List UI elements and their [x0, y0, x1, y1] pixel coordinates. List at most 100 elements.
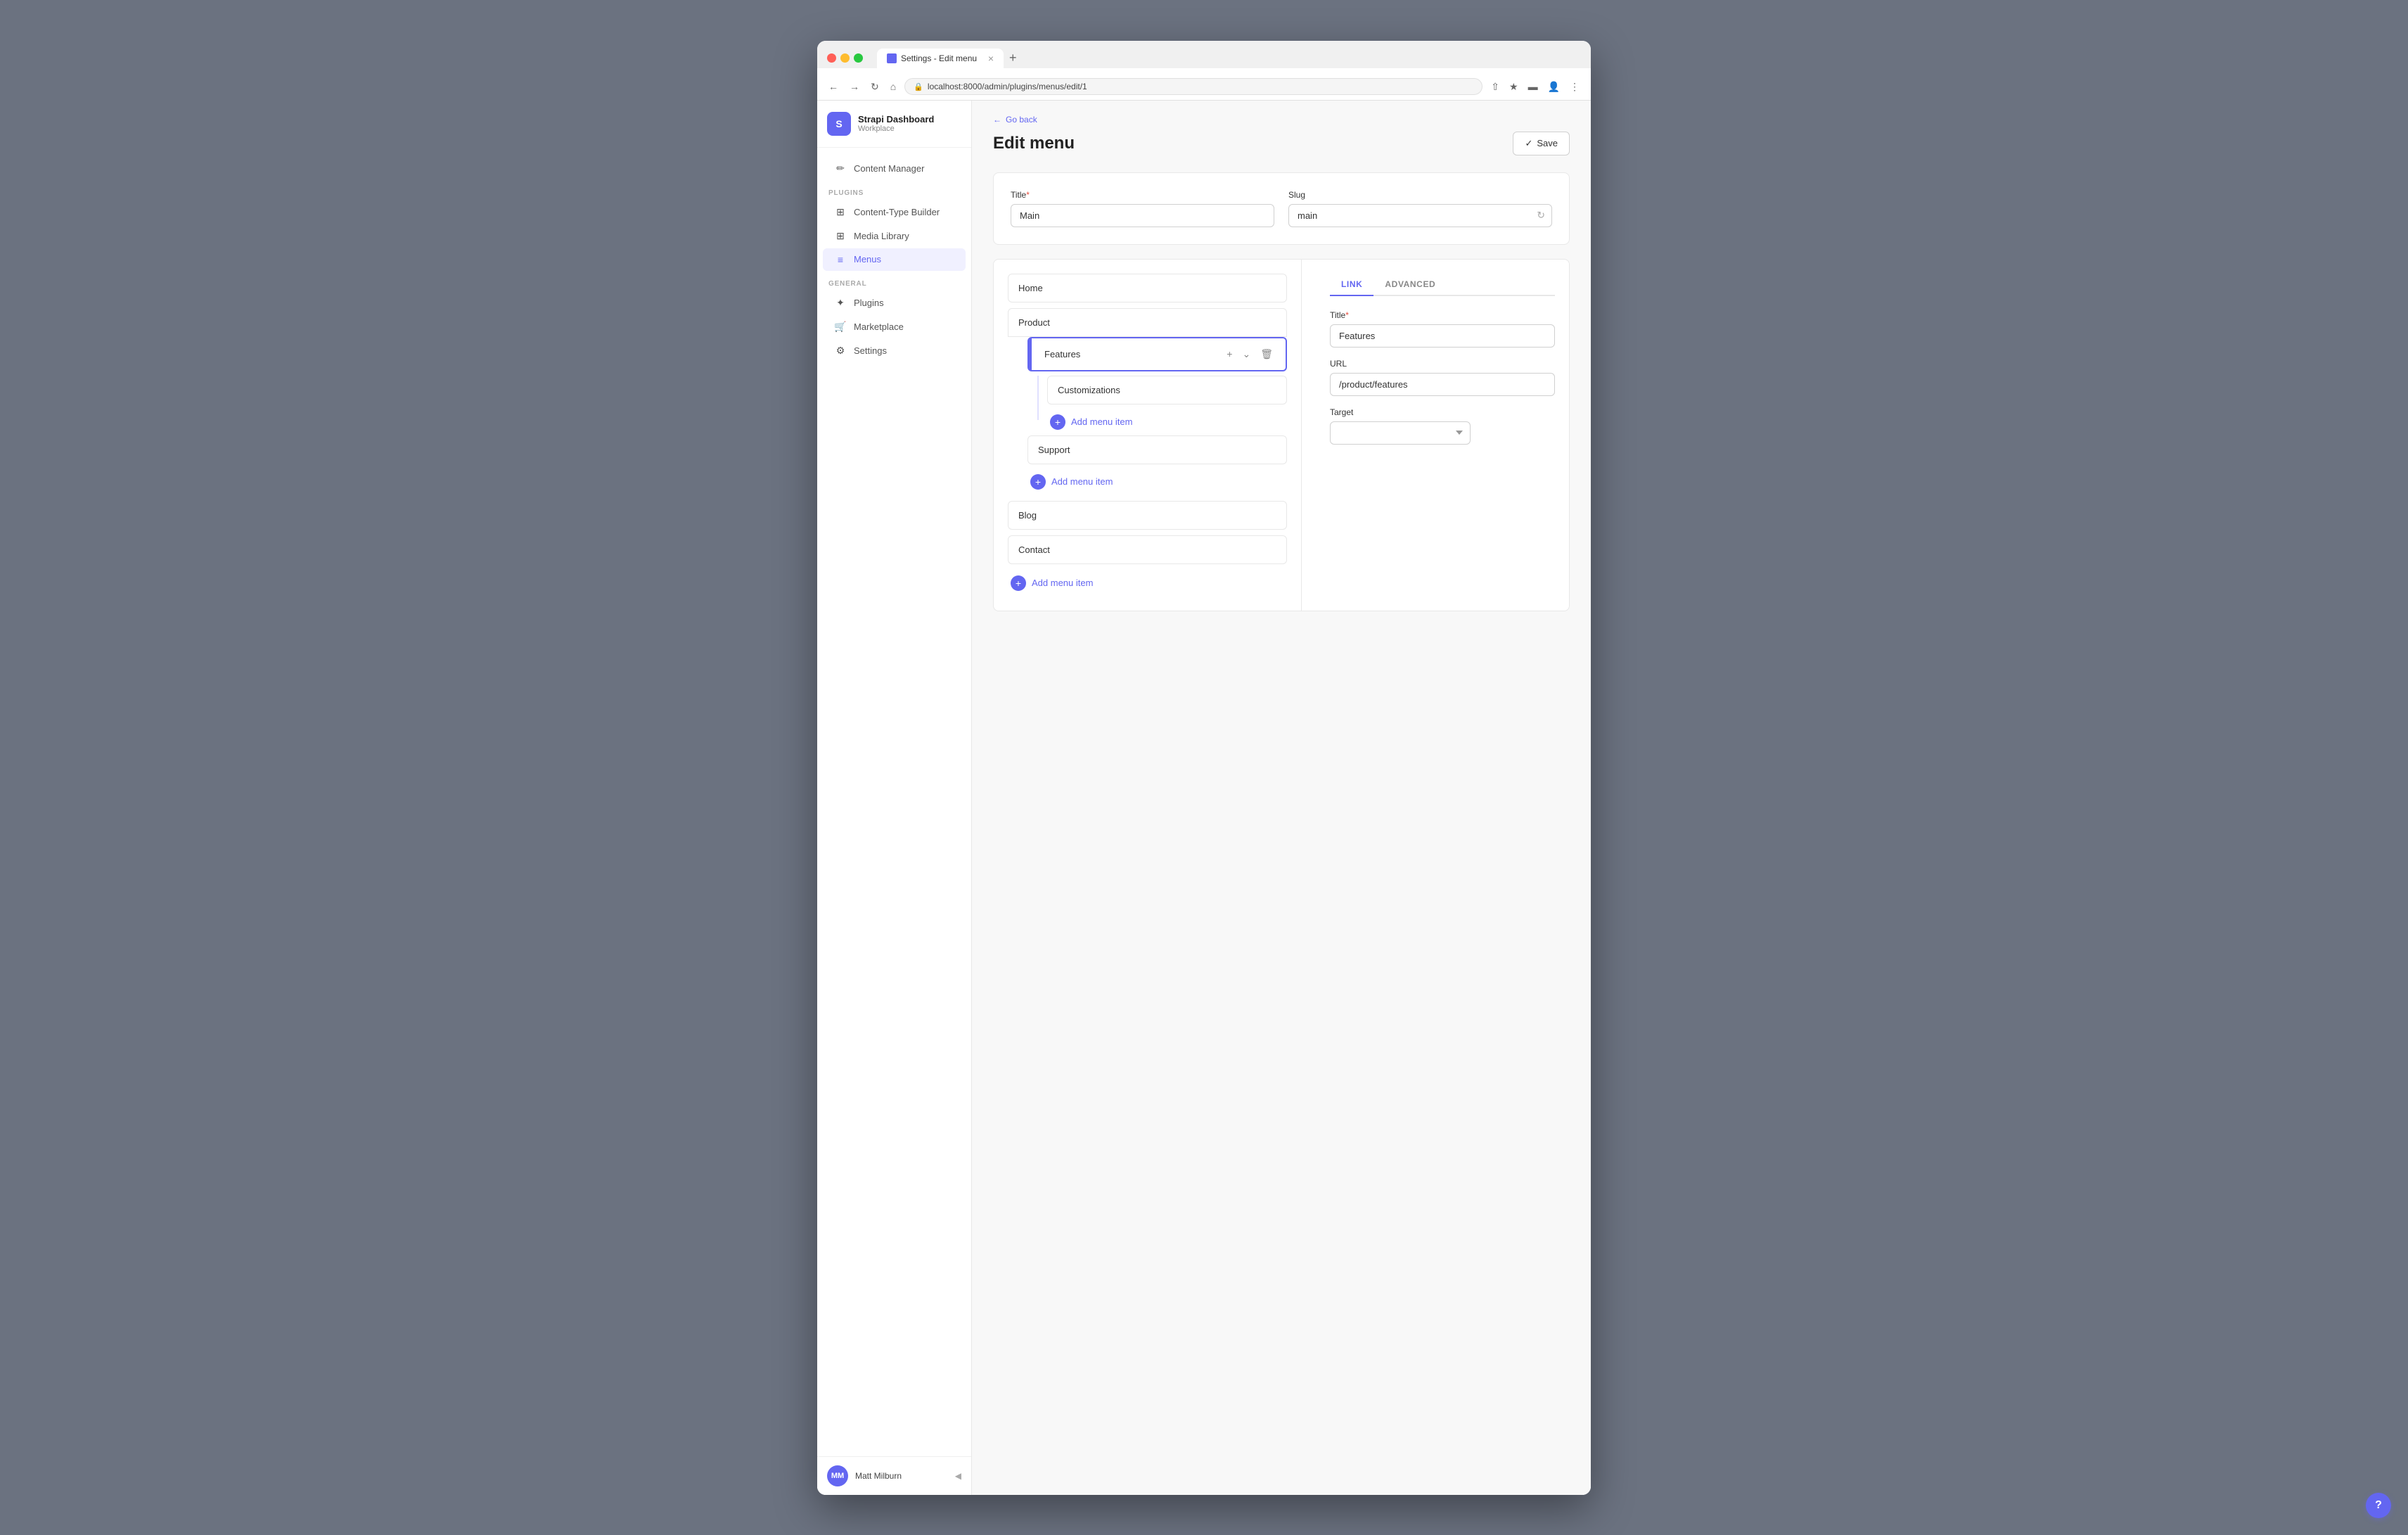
add-sub-menu-item-button[interactable]: + Add menu item — [1047, 409, 1135, 435]
detail-target-select[interactable]: _blank _self — [1330, 421, 1471, 445]
slug-form-group: Slug ↻ — [1288, 190, 1552, 227]
sidebar-item-marketplace[interactable]: 🛒 Marketplace — [823, 315, 966, 338]
sidebar-item-settings[interactable]: ⚙ Settings — [823, 339, 966, 362]
profile-button[interactable]: 👤 — [1545, 78, 1563, 96]
slug-input[interactable] — [1288, 204, 1552, 227]
tab-advanced[interactable]: Advanced — [1373, 274, 1447, 296]
sidebar-item-plugins[interactable]: ✦ Plugins — [823, 291, 966, 314]
settings-icon: ⚙ — [834, 345, 847, 357]
detail-url-label: URL — [1330, 359, 1555, 369]
content-type-icon: ⊞ — [834, 206, 847, 218]
page-header: Edit menu ✓ Save — [993, 132, 1570, 155]
sidebar-item-menus[interactable]: ≡ Menus — [823, 248, 966, 271]
home-nav-button[interactable]: ⌂ — [888, 78, 899, 95]
detail-url-input[interactable] — [1330, 373, 1555, 396]
bookmark-button[interactable]: ★ — [1506, 78, 1521, 96]
brand-logo-text: S — [835, 118, 842, 129]
lock-icon: 🔒 — [914, 82, 923, 91]
detail-title-input[interactable] — [1330, 324, 1555, 348]
add-child-button[interactable]: + — [1224, 347, 1235, 361]
menu-item-contact[interactable]: Contact — [1008, 535, 1287, 564]
user-avatar: MM — [827, 1465, 848, 1486]
tab-favicon — [887, 53, 897, 63]
back-arrow-icon: ← — [993, 115, 1001, 125]
detail-target-label: Target — [1330, 407, 1555, 417]
brand-logo: S — [827, 112, 851, 136]
add-sub-item-label: Add menu item — [1071, 416, 1132, 427]
plugins-icon: ✦ — [834, 297, 847, 309]
general-section-label: General — [817, 272, 971, 291]
title-slug-form: Title* Slug ↻ — [993, 172, 1570, 245]
minimize-traffic-light[interactable] — [840, 53, 850, 63]
title-input[interactable] — [1011, 204, 1274, 227]
menu-item-support-label: Support — [1038, 445, 1276, 455]
add-product-circle-icon: + — [1030, 474, 1046, 490]
menu-item-features-label: Features — [1039, 349, 1224, 359]
add-product-child-button[interactable]: + Add menu item — [1027, 469, 1115, 495]
sidebar-footer: MM Matt Milburn ◀ — [817, 1456, 971, 1495]
indent-line — [1037, 376, 1039, 420]
menu-item-product[interactable]: Product — [1008, 308, 1287, 337]
menu-item-product-label: Product — [1018, 317, 1276, 328]
brand-area: S Strapi Dashboard Workplace — [817, 101, 971, 148]
menus-icon: ≡ — [834, 254, 847, 265]
brand-sub: Workplace — [858, 125, 934, 133]
menu-item-blog[interactable]: Blog — [1008, 501, 1287, 530]
close-traffic-light[interactable] — [827, 53, 836, 63]
collapse-button[interactable]: ⌄ — [1239, 347, 1253, 362]
media-library-icon: ⊞ — [834, 230, 847, 242]
sidebar-item-content-manager[interactable]: ✏ Content Manager — [823, 157, 966, 180]
browser-tab[interactable]: Settings - Edit menu × — [877, 49, 1004, 68]
menu-item-customizations[interactable]: Customizations — [1047, 376, 1287, 405]
sidebar: S Strapi Dashboard Workplace ✏ Content M… — [817, 101, 972, 1495]
tab-link[interactable]: Link — [1330, 274, 1373, 296]
new-tab-button[interactable]: + — [1004, 48, 1023, 68]
help-icon: ? — [2375, 1499, 2382, 1512]
share-button[interactable]: ⇧ — [1488, 78, 1502, 96]
sidebar-item-label: Marketplace — [854, 321, 904, 332]
sidebar-item-label: Media Library — [854, 231, 909, 241]
extensions-button[interactable]: ▬ — [1525, 78, 1541, 95]
add-root-item-label: Add menu item — [1032, 578, 1093, 588]
back-link-text: Go back — [1006, 115, 1037, 125]
sidebar-collapse-button[interactable]: ◀ — [955, 1471, 961, 1481]
menu-item-support[interactable]: Support — [1027, 435, 1287, 464]
menu-item-features[interactable]: Features + ⌄ 🗑 — [1027, 337, 1287, 371]
menu-item-customizations-label: Customizations — [1058, 385, 1276, 395]
menu-editor: Home Product Features + ⌄ — [993, 259, 1570, 611]
sidebar-item-label: Settings — [854, 345, 887, 356]
maximize-traffic-light[interactable] — [854, 53, 863, 63]
menu-dots-button[interactable]: ⋮ — [1567, 78, 1582, 96]
slug-refresh-button[interactable]: ↻ — [1537, 210, 1545, 222]
add-root-menu-item-button[interactable]: + Add menu item — [1008, 570, 1096, 597]
save-button[interactable]: ✓ Save — [1513, 132, 1570, 155]
user-initials: MM — [831, 1472, 844, 1480]
sidebar-item-media-library[interactable]: ⊞ Media Library — [823, 224, 966, 248]
forward-nav-button[interactable]: → — [847, 78, 862, 95]
tab-title: Settings - Edit menu — [901, 53, 977, 63]
delete-button[interactable]: 🗑 — [1257, 347, 1276, 362]
sidebar-item-label: Plugins — [854, 298, 884, 308]
edit-icon: ✏ — [834, 163, 847, 174]
tab-close-button[interactable]: × — [988, 53, 994, 64]
reload-nav-button[interactable]: ↻ — [868, 78, 882, 96]
title-form-group: Title* — [1011, 190, 1274, 227]
sidebar-item-label: Content Manager — [854, 163, 924, 174]
save-button-label: Save — [1537, 138, 1558, 148]
sidebar-item-content-type-builder[interactable]: ⊞ Content-Type Builder — [823, 200, 966, 224]
help-fab-button[interactable]: ? — [2366, 1493, 2391, 1518]
title-label: Title* — [1011, 190, 1274, 200]
back-link[interactable]: ← Go back — [993, 115, 1037, 125]
detail-title-group: Title* — [1330, 310, 1555, 348]
add-root-circle-icon: + — [1011, 575, 1026, 591]
sidebar-item-label: Menus — [854, 254, 881, 265]
brand-name: Strapi Dashboard — [858, 114, 934, 125]
main-content: ← Go back Edit menu ✓ Save Title* — [972, 101, 1591, 1495]
menu-item-blog-label: Blog — [1018, 510, 1276, 521]
detail-url-group: URL — [1330, 359, 1555, 396]
url-text: localhost:8000/admin/plugins/menus/edit/… — [928, 82, 1087, 91]
back-nav-button[interactable]: ← — [826, 78, 841, 95]
sidebar-nav: ✏ Content Manager Plugins ⊞ Content-Type… — [817, 148, 971, 1456]
menu-item-home[interactable]: Home — [1008, 274, 1287, 302]
address-bar[interactable]: 🔒 localhost:8000/admin/plugins/menus/edi… — [904, 78, 1482, 95]
